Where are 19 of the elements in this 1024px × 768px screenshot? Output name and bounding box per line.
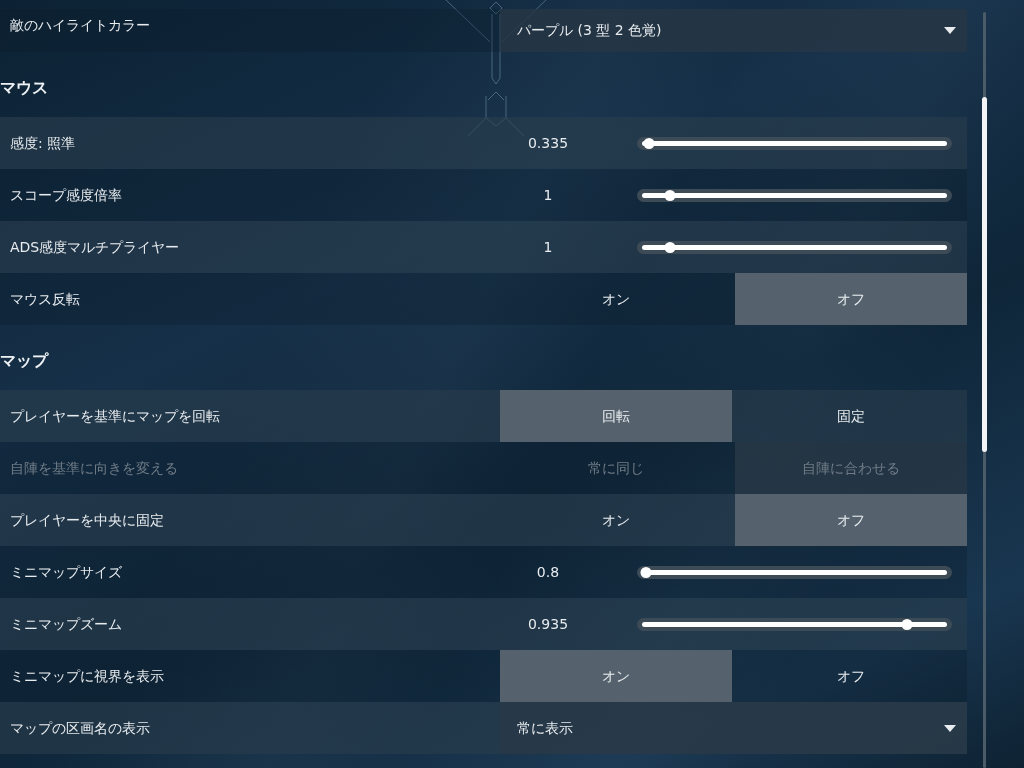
setting-label: スコープ感度倍率 xyxy=(10,185,122,205)
setting-label: ミニマップズーム xyxy=(10,614,122,634)
section-heading: マウス xyxy=(0,77,48,99)
setting-label: マップの区画名の表示 xyxy=(10,718,150,738)
setting-label: 感度: 照準 xyxy=(10,133,76,153)
setting-label: 自陣を基準に向きを変える xyxy=(10,458,178,478)
slider-value: 1 xyxy=(542,237,554,257)
slider-value: 0.935 xyxy=(526,614,570,634)
setting-label: ミニマップサイズ xyxy=(10,562,122,582)
setting-label: ADS感度マルチプライヤー xyxy=(10,237,180,257)
slider-value: 0.335 xyxy=(526,133,570,153)
setting-label: プレイヤーを基準にマップを回転 xyxy=(10,406,220,426)
setting-label: 敵のハイライトカラー xyxy=(10,16,150,35)
setting-label: ミニマップに視界を表示 xyxy=(10,666,164,686)
section-heading: マップ xyxy=(0,350,48,372)
slider-value: 1 xyxy=(542,185,554,205)
slider-value: 0.8 xyxy=(535,562,561,582)
setting-label: プレイヤーを中央に固定 xyxy=(10,510,164,530)
setting-label: マウス反転 xyxy=(10,289,80,309)
